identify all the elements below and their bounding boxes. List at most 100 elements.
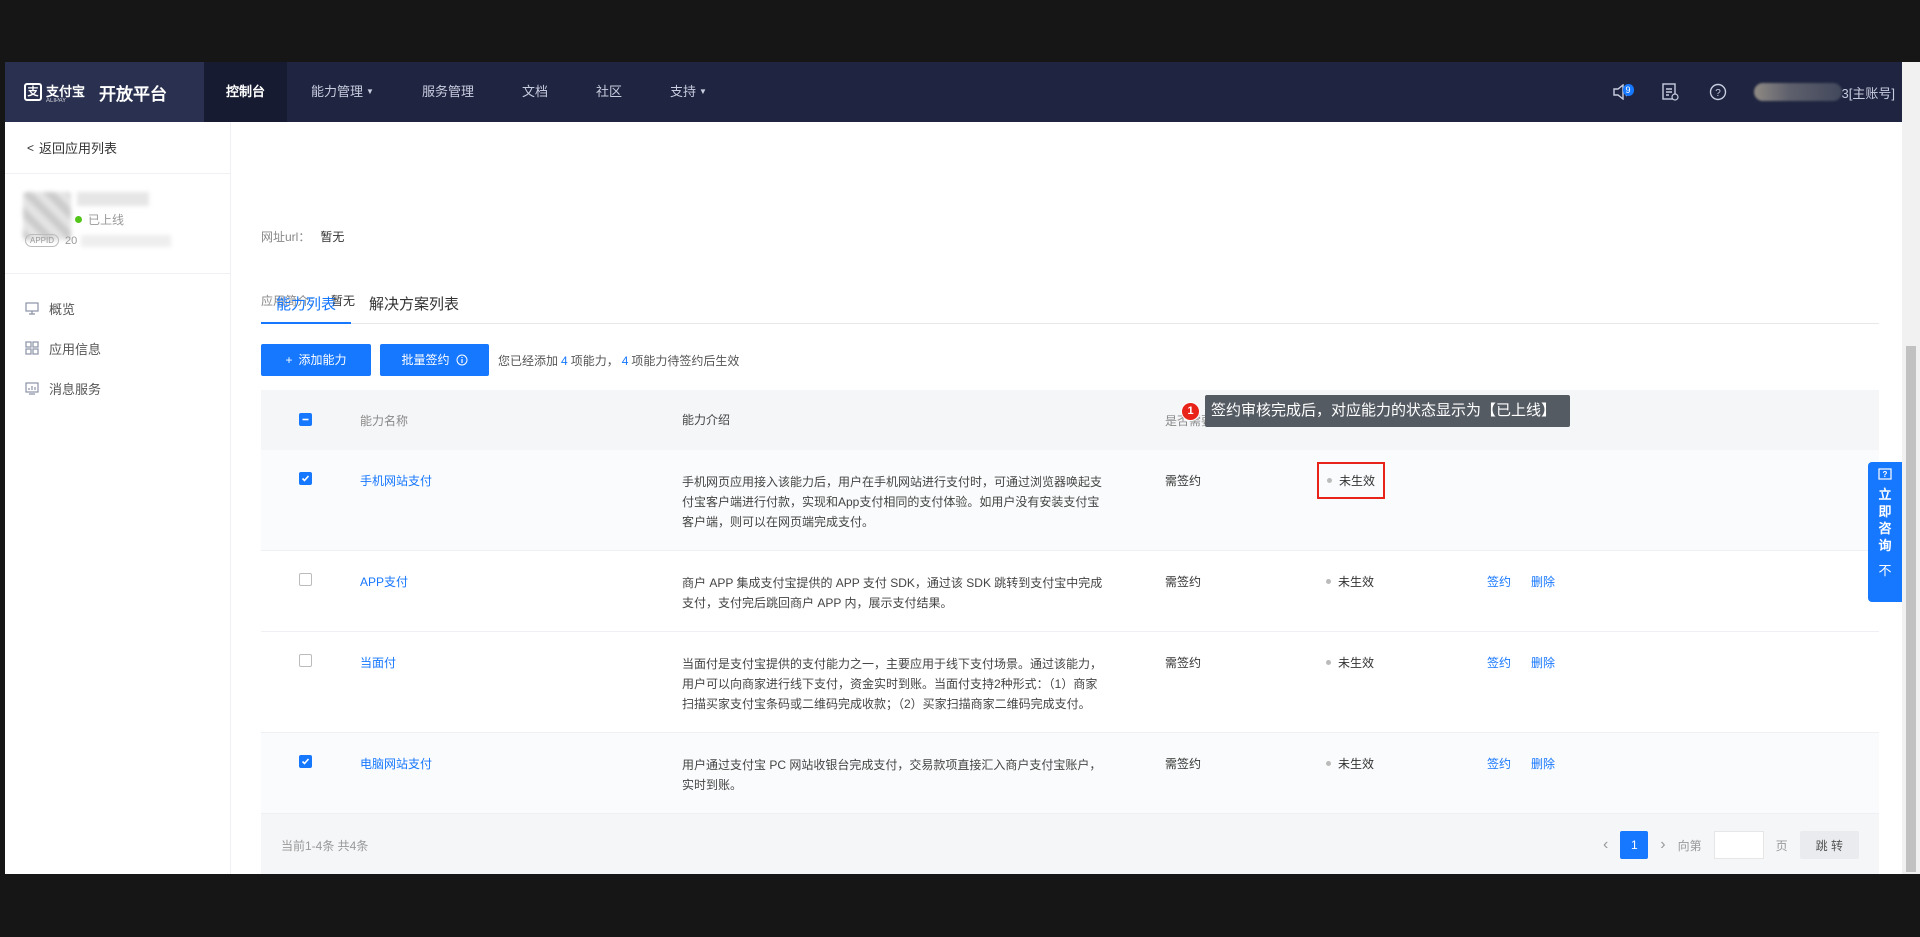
side-menu: 概览 应用信息 消息服务 — [5, 274, 230, 408]
help-icon: ? — [1709, 83, 1726, 101]
page-number-current[interactable]: 1 — [1620, 831, 1649, 859]
sidebar-item-overview[interactable]: 概览 — [5, 288, 230, 328]
status-cell: 未生效 — [1326, 551, 1487, 590]
capability-desc: 商户 APP 集成支付宝提供的 APP 支付 SDK，通过该 SDK 跳转到支付… — [682, 576, 1103, 610]
annotation-callout: 1 签约审核完成后，对应能力的状态显示为【已上线】 — [1181, 395, 1571, 427]
row-checkbox[interactable] — [299, 654, 312, 667]
capability-name-link[interactable]: 当面付 — [360, 632, 682, 671]
prev-page-button[interactable]: ‹ — [1603, 836, 1608, 854]
status-cell: 未生效 — [1326, 733, 1487, 772]
consult-now-button[interactable]: ? 立 即 咨 询 不 — [1868, 462, 1902, 602]
delete-link[interactable]: 删除 — [1531, 755, 1555, 772]
add-capability-button[interactable]: + 添加能力 — [261, 344, 371, 376]
table-row: 当面付 当面付是支付宝提供的支付能力之一，主要应用于线下支付场景。通过该能力，用… — [261, 632, 1879, 733]
nav-community[interactable]: 社区 — [572, 62, 646, 122]
status-cell: 未生效 — [1317, 450, 1487, 499]
notification-button[interactable]: 9 — [1598, 62, 1646, 122]
sidebar-item-label: 应用信息 — [49, 341, 102, 357]
row-checkbox[interactable] — [299, 472, 312, 485]
nav-capability[interactable]: 能力管理 ▼ — [287, 62, 398, 122]
plus-icon: + — [285, 353, 293, 367]
next-page-button[interactable]: › — [1660, 836, 1665, 854]
status-dot — [1326, 761, 1331, 766]
main-content: 网址url： 暂无 应用简介： 暂无 能力列表 解决方案列表 + 添加能力 批量签约… — [231, 122, 1879, 874]
capability-name[interactable]: 电脑网站支付 — [360, 757, 432, 771]
svg-text:?: ? — [1715, 88, 1721, 99]
ops-cell: 签约 删除 — [1487, 733, 1877, 772]
sidebar-item-label: 概览 — [49, 301, 76, 317]
account-label: 3[主账号] — [1841, 85, 1895, 101]
user-menu[interactable]: 3[主账号] — [1742, 83, 1920, 102]
orders-button[interactable] — [1646, 62, 1694, 122]
status-text: 未生效 — [1338, 575, 1375, 589]
collapse-icon[interactable]: 不 — [1878, 562, 1891, 579]
status-cell: 未生效 — [1326, 632, 1487, 671]
nav-support[interactable]: 支持 ▼ — [646, 62, 731, 122]
sign-required: 需签约 — [1165, 757, 1202, 771]
nav-service[interactable]: 服务管理 — [398, 62, 498, 122]
nav-docs[interactable]: 文档 — [498, 62, 572, 122]
monitor-icon — [25, 301, 39, 315]
nav-console[interactable]: 控制台 — [204, 62, 288, 122]
jump-button[interactable]: 跳 转 — [1799, 831, 1859, 859]
status-text: 已上线 — [88, 213, 125, 227]
url-field: 网址url： 暂无 — [261, 228, 344, 245]
help-button[interactable]: ? — [1694, 62, 1742, 122]
capability-name-link[interactable]: 手机网站支付 — [360, 450, 682, 489]
sidebar-item-messages[interactable]: 消息服务 — [5, 368, 230, 408]
top-navbar: 支 支付宝 ALIPAY 开放平台 控制台 能力管理 ▼ 服务管理 文档 社区 支… — [5, 62, 1920, 122]
sign-link[interactable]: 签约 — [1487, 755, 1511, 772]
browser-viewport: 支 支付宝 ALIPAY 开放平台 控制台 能力管理 ▼ 服务管理 文档 社区 支… — [5, 62, 1920, 874]
capability-name-link[interactable]: 电脑网站支付 — [360, 733, 682, 772]
action-bar: + 添加能力 批量签约 您已经添加 4 项能力， 4 项能力待签约后生效 — [261, 344, 739, 376]
ops-cell: 签约 删除 — [1487, 632, 1877, 671]
summary-text: 项能力待签约后生效 — [631, 353, 740, 368]
select-all-checkbox[interactable] — [299, 413, 312, 426]
capability-name[interactable]: 手机网站支付 — [360, 474, 432, 488]
back-to-app-list[interactable]: < 返回应用列表 — [5, 122, 230, 174]
nav-label: 能力管理 — [311, 84, 364, 99]
select-all-cell — [261, 413, 360, 427]
row-checkbox[interactable] — [299, 573, 312, 586]
info-icon — [456, 354, 467, 366]
appid-value: 20 — [65, 234, 78, 247]
delete-link[interactable]: 删除 — [1531, 573, 1555, 590]
ops-cell: 签约 删除 — [1487, 551, 1877, 590]
nav-label: 社区 — [595, 84, 622, 99]
page-scrollbar[interactable] — [1902, 62, 1920, 874]
brand[interactable]: 支 支付宝 ALIPAY 开放平台 — [5, 62, 204, 122]
table-row: 电脑网站支付 用户通过支付宝 PC 网站收银台完成支付，交易款项直接汇入商户支付… — [261, 733, 1879, 814]
app-avatar — [23, 192, 71, 240]
status-text: 未生效 — [1338, 757, 1375, 771]
capability-name-link[interactable]: APP支付 — [360, 551, 682, 590]
consult-char: 咨 — [1878, 521, 1892, 536]
status-highlight-box: 未生效 — [1317, 462, 1386, 499]
row-checkbox[interactable] — [299, 755, 312, 768]
capability-name[interactable]: APP支付 — [360, 575, 408, 589]
capability-summary: 您已经添加 4 项能力， 4 项能力待签约后生效 — [498, 352, 739, 369]
tab-capabilities[interactable]: 能力列表 — [261, 290, 352, 324]
sign-link[interactable]: 签约 — [1487, 654, 1511, 671]
scrollbar-thumb[interactable] — [1906, 346, 1916, 872]
sign-link[interactable]: 签约 — [1487, 573, 1511, 590]
header-name: 能力名称 — [360, 413, 409, 428]
sign-required: 需签约 — [1165, 575, 1202, 589]
summary-text: 您已经添加 — [498, 353, 559, 368]
nav-label: 控制台 — [226, 84, 266, 99]
consult-char: 立 — [1878, 487, 1892, 502]
status-dot — [1326, 579, 1331, 584]
capability-name[interactable]: 当面付 — [360, 656, 396, 670]
sidebar-item-app-info[interactable]: 应用信息 — [5, 328, 230, 368]
sidebar-item-label: 消息服务 — [49, 381, 102, 397]
status-text: 未生效 — [1338, 656, 1375, 670]
alipay-logo-icon: 支 — [24, 83, 42, 101]
chart-icon — [25, 381, 39, 395]
status-text: 未生效 — [1339, 474, 1376, 488]
delete-link[interactable]: 删除 — [1531, 654, 1555, 671]
tab-solutions[interactable]: 解决方案列表 — [351, 290, 477, 324]
url-value: 暂无 — [320, 230, 345, 244]
ops-cell — [1487, 450, 1877, 472]
row-select-cell — [261, 450, 360, 486]
batch-sign-button[interactable]: 批量签约 — [380, 344, 489, 376]
page-jump-input[interactable] — [1713, 831, 1764, 859]
